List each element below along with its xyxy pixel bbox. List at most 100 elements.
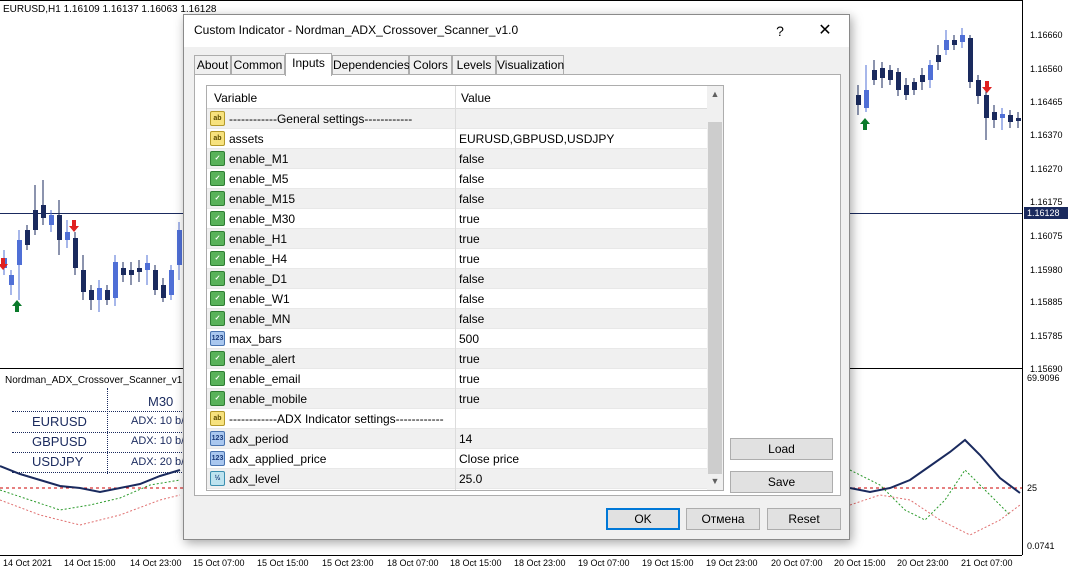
price-label: 1.15785 <box>1030 331 1063 341</box>
table-row[interactable]: ✓ enable_M30 true <box>207 209 707 229</box>
candle-body <box>169 270 174 295</box>
boolean-type-icon: ✓ <box>210 251 225 266</box>
scanner-divider <box>107 388 108 474</box>
table-row[interactable]: ab assets EURUSD,GBPUSD,USDJPY <box>207 129 707 149</box>
price-label: 1.16075 <box>1030 231 1063 241</box>
scroll-thumb[interactable] <box>708 122 722 474</box>
variable-value[interactable]: false <box>459 312 484 326</box>
candle-body <box>1008 115 1013 122</box>
dialog-titlebar[interactable]: Custom Indicator - Nordman_ADX_Crossover… <box>184 15 849 47</box>
header-variable[interactable]: Variable <box>214 91 257 105</box>
candle-body <box>952 40 957 45</box>
variable-value[interactable]: true <box>459 232 480 246</box>
variable-value[interactable]: 500 <box>459 332 479 346</box>
header-value[interactable]: Value <box>461 91 491 105</box>
table-row[interactable]: 123 adx_period 14 <box>207 429 707 449</box>
variable-value[interactable]: false <box>459 192 484 206</box>
candle-body <box>81 270 86 292</box>
table-row[interactable]: ✓ enable_M1 false <box>207 149 707 169</box>
candle-body <box>904 85 909 95</box>
grid-scrollbar[interactable]: ▲ ▼ <box>707 86 723 490</box>
ok-button[interactable]: OK <box>606 508 680 530</box>
boolean-type-icon: ✓ <box>210 311 225 326</box>
variable-value[interactable]: false <box>459 172 484 186</box>
variable-value[interactable]: true <box>459 352 480 366</box>
candle-body <box>896 72 901 90</box>
load-button[interactable]: Load <box>730 438 833 460</box>
integer-type-icon: 123 <box>210 451 225 466</box>
close-button[interactable]: ✕ <box>814 20 836 42</box>
table-row[interactable]: ✓ enable_M5 false <box>207 169 707 189</box>
variable-value[interactable]: Close price <box>459 452 519 466</box>
candle-body <box>928 65 933 80</box>
candle-body <box>1016 118 1021 121</box>
variable-value[interactable]: true <box>459 212 480 226</box>
candle-body <box>968 38 973 82</box>
variable-value[interactable]: false <box>459 272 484 286</box>
help-button[interactable]: ? <box>770 20 790 42</box>
boolean-type-icon: ✓ <box>210 191 225 206</box>
table-row[interactable]: ½ adx_level 25.0 <box>207 469 707 489</box>
variable-name: enable_W1 <box>229 292 290 306</box>
variable-value[interactable]: true <box>459 392 480 406</box>
table-row[interactable]: ✓ enable_MN false <box>207 309 707 329</box>
variable-value[interactable]: true <box>459 252 480 266</box>
variable-name: max_bars <box>229 332 282 346</box>
time-label: 19 Oct 07:00 <box>578 558 630 568</box>
variable-value[interactable]: EURUSD,GBPUSD,USDJPY <box>459 132 614 146</box>
boolean-type-icon: ✓ <box>210 391 225 406</box>
candle-body <box>1000 114 1005 118</box>
tab-dependencies[interactable]: Dependencies <box>332 55 410 75</box>
column-divider[interactable] <box>455 86 456 490</box>
indicator-level-25: 25 <box>1027 483 1038 493</box>
tab-colors[interactable]: Colors <box>409 55 452 75</box>
table-row[interactable]: ab ------------General settings----------… <box>207 109 707 129</box>
table-row[interactable]: ✓ enable_M15 false <box>207 189 707 209</box>
adx-main-line <box>849 438 1021 494</box>
table-row[interactable]: ✓ enable_mobile true <box>207 389 707 409</box>
plus-di-line <box>849 469 1011 521</box>
candle-body <box>936 55 941 62</box>
table-row[interactable]: ✓ enable_alert true <box>207 349 707 369</box>
boolean-type-icon: ✓ <box>210 271 225 286</box>
candle-body <box>888 70 893 80</box>
variable-value[interactable]: false <box>459 292 484 306</box>
variable-name: enable_M5 <box>229 172 289 186</box>
boolean-type-icon: ✓ <box>210 171 225 186</box>
time-label: 20 Oct 15:00 <box>834 558 886 568</box>
tab-inputs[interactable]: Inputs <box>285 53 332 76</box>
tab-common[interactable]: Common <box>231 55 285 75</box>
custom-indicator-dialog: Custom Indicator - Nordman_ADX_Crossover… <box>183 14 850 540</box>
table-row[interactable]: 123 adx_applied_price Close price <box>207 449 707 469</box>
time-label: 14 Oct 2021 <box>3 558 53 568</box>
tab-about[interactable]: About <box>194 55 231 75</box>
cancel-button[interactable]: Отмена <box>686 508 760 530</box>
variable-value[interactable]: 14 <box>459 432 472 446</box>
boolean-type-icon: ✓ <box>210 211 225 226</box>
time-label: 18 Oct 07:00 <box>387 558 439 568</box>
scanner-asset-usdjpy: USDJPY <box>32 454 84 469</box>
tab-levels[interactable]: Levels <box>452 55 496 75</box>
table-row[interactable]: ✓ enable_H4 true <box>207 249 707 269</box>
table-row[interactable]: ✓ enable_W1 false <box>207 289 707 309</box>
tab-visualization[interactable]: Visualization <box>496 55 564 75</box>
table-row[interactable]: ✓ enable_H1 true <box>207 229 707 249</box>
reset-button[interactable]: Reset <box>767 508 841 530</box>
time-label: 20 Oct 23:00 <box>897 558 949 568</box>
scroll-down-icon[interactable]: ▼ <box>707 473 723 490</box>
table-row[interactable]: 123 max_bars 500 <box>207 329 707 349</box>
inputs-grid[interactable]: Variable Value ab ------------General set… <box>206 85 724 491</box>
variable-value[interactable]: true <box>459 372 480 386</box>
variable-value[interactable]: 25.0 <box>459 472 482 486</box>
table-row[interactable]: ✓ enable_email true <box>207 369 707 389</box>
indicator-level-max: 69.9096 <box>1027 373 1060 383</box>
table-row[interactable]: ✓ enable_D1 false <box>207 269 707 289</box>
time-label: 19 Oct 23:00 <box>706 558 758 568</box>
scroll-up-icon[interactable]: ▲ <box>707 86 723 103</box>
variable-value[interactable]: false <box>459 152 484 166</box>
save-button[interactable]: Save <box>730 471 833 493</box>
scanner-cell: ADX: 10 b/ <box>131 415 185 427</box>
candle-body <box>73 238 78 268</box>
table-row[interactable]: ab ------------ADX Indicator settings----… <box>207 409 707 429</box>
candle-body <box>137 268 142 272</box>
